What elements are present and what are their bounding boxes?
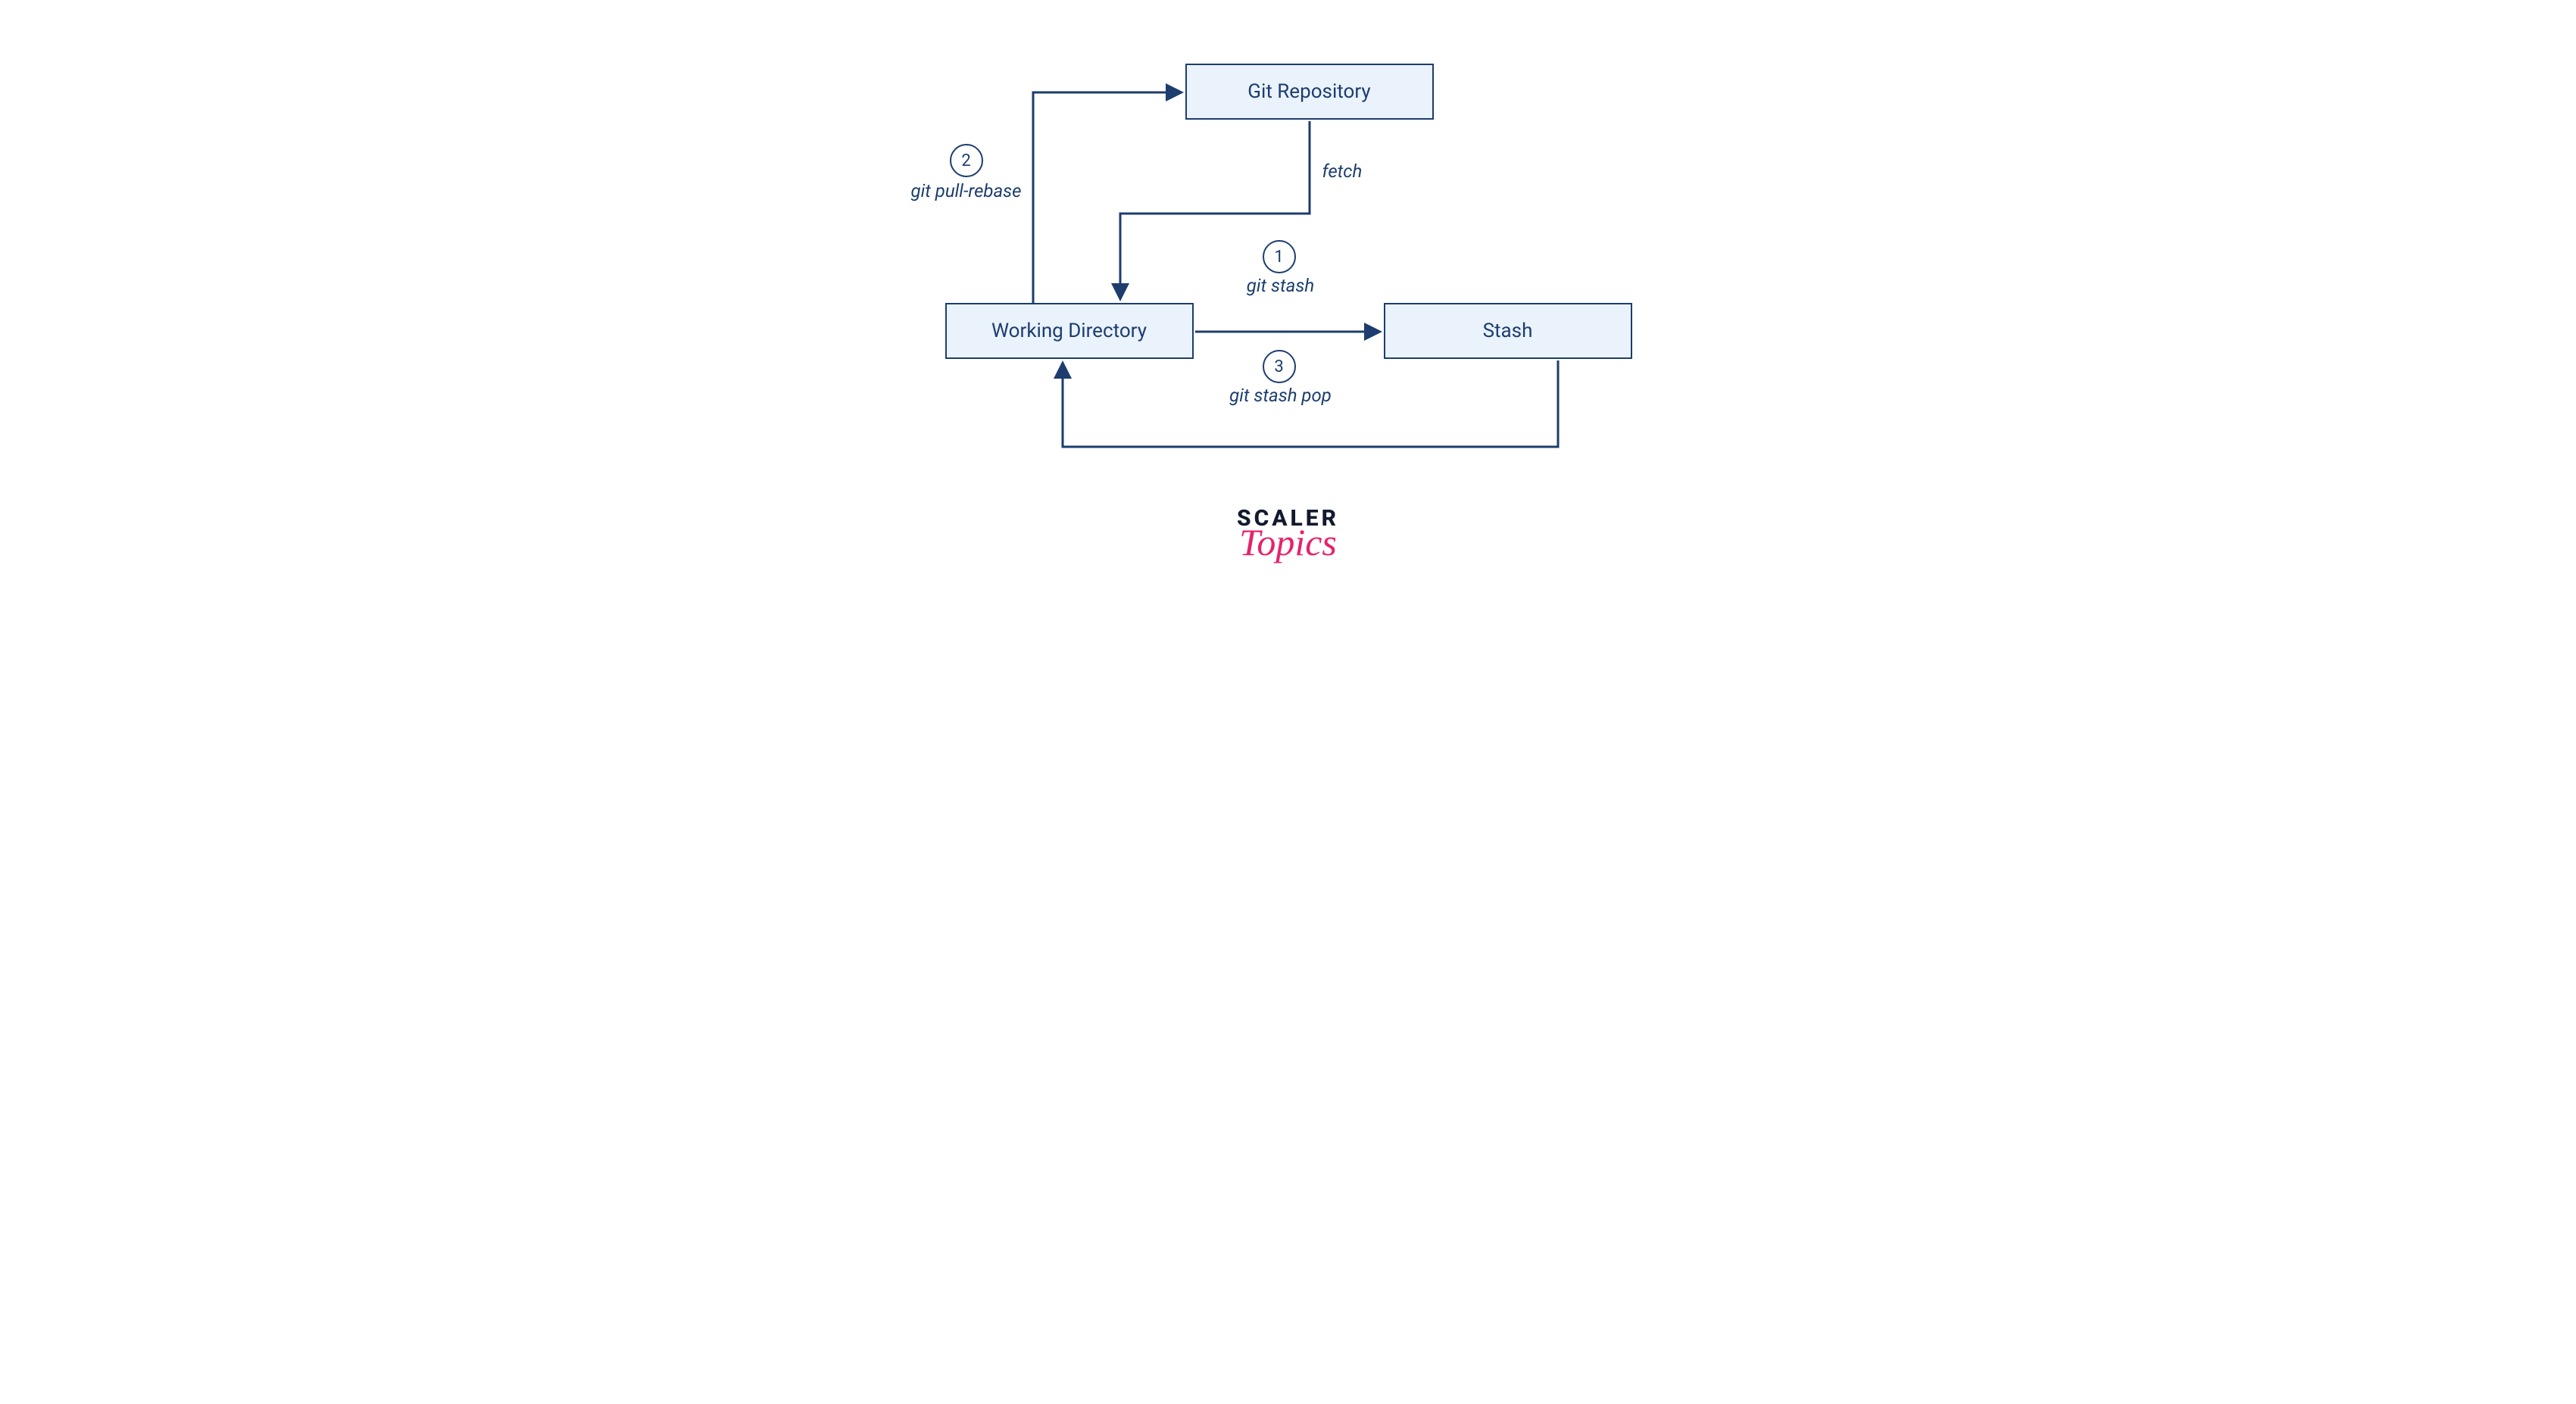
label-stash: git stash bbox=[1197, 275, 1364, 296]
node-git-repository-label: Git Repository bbox=[1247, 80, 1370, 103]
label-stash-pop: git stash pop bbox=[1182, 385, 1379, 406]
node-stash-label: Stash bbox=[1483, 320, 1533, 342]
step-badge-3: 3 bbox=[1263, 350, 1296, 383]
step-badge-2-number: 2 bbox=[961, 151, 970, 170]
step-badge-2: 2 bbox=[950, 144, 983, 177]
step-badge-1: 1 bbox=[1263, 240, 1296, 273]
step-badge-3-number: 3 bbox=[1274, 357, 1283, 376]
node-working-directory: Working Directory bbox=[945, 303, 1194, 359]
diagram-canvas: Git Repository Working Directory Stash 2… bbox=[720, 0, 1856, 619]
node-git-repository: Git Repository bbox=[1185, 64, 1434, 120]
node-stash: Stash bbox=[1384, 303, 1632, 359]
step-badge-1-number: 1 bbox=[1274, 248, 1283, 267]
logo-line-topics: Topics bbox=[1205, 526, 1372, 560]
label-pull-rebase: git pull-rebase bbox=[853, 180, 1080, 201]
scaler-topics-logo: SCALER Topics bbox=[1205, 507, 1372, 560]
label-fetch: fetch bbox=[1322, 161, 1413, 182]
node-working-directory-label: Working Directory bbox=[991, 320, 1147, 342]
